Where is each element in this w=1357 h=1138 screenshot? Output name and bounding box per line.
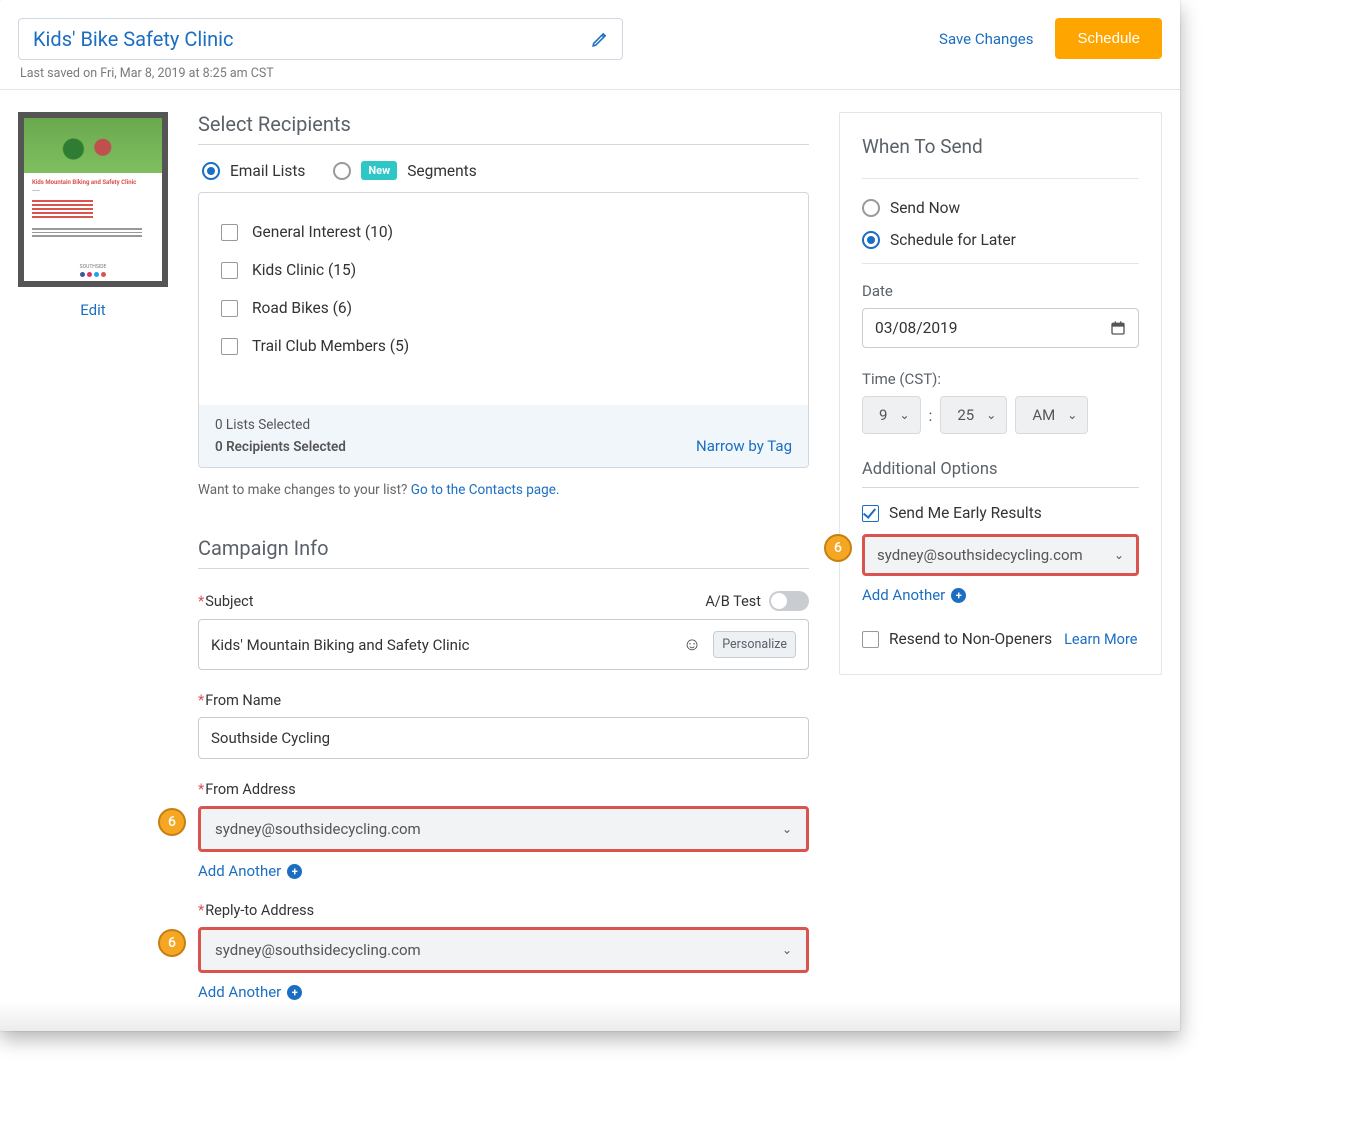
add-another-reply[interactable]: Add Another+ — [198, 983, 809, 1001]
plus-circle-icon: + — [287, 985, 302, 1000]
date-input[interactable]: 03/08/2019 — [862, 308, 1139, 348]
list-item[interactable]: General Interest (10) — [221, 213, 786, 251]
checkbox-icon[interactable] — [221, 262, 238, 279]
additional-options-heading: Additional Options — [862, 460, 1139, 488]
from-name-label: From Name — [198, 692, 281, 709]
tab-email-lists[interactable]: Email Lists — [202, 162, 305, 180]
emoji-icon[interactable]: ☺ — [683, 634, 701, 655]
chevron-down-icon: ⌄ — [899, 408, 909, 422]
checkbox-icon[interactable] — [862, 505, 879, 522]
calendar-icon[interactable] — [1110, 320, 1126, 336]
add-another-from[interactable]: Add Another+ — [198, 862, 809, 880]
reply-to-label: Reply-to Address — [198, 902, 314, 919]
hour-select[interactable]: 9⌄ — [862, 396, 921, 434]
early-results-email-select[interactable]: sydney@southsidecycling.com ⌄ — [862, 534, 1139, 576]
chevron-down-icon: ⌄ — [1067, 408, 1077, 422]
subject-label: Subject — [198, 593, 254, 610]
from-address-select[interactable]: sydney@southsidecycling.com ⌄ — [198, 806, 809, 852]
step-badge: 6 — [824, 534, 852, 562]
when-to-send-panel: When To Send Send Now Schedule for Later… — [839, 112, 1162, 675]
chevron-down-icon: ⌄ — [782, 822, 792, 836]
abtest-toggle[interactable] — [769, 591, 809, 611]
edit-thumbnail-link[interactable]: Edit — [18, 301, 168, 319]
abtest-label: A/B Test — [705, 593, 761, 610]
reply-to-select[interactable]: sydney@southsidecycling.com ⌄ — [198, 927, 809, 973]
new-badge: New — [361, 161, 397, 180]
send-now-option[interactable]: Send Now — [862, 199, 1139, 217]
minute-select[interactable]: 25⌄ — [940, 396, 1007, 434]
radio-icon — [862, 231, 880, 249]
tab-label: Segments — [407, 162, 477, 180]
from-address-label: From Address — [198, 781, 296, 798]
lists-selected-count: 0 Lists Selected — [215, 417, 346, 433]
plus-circle-icon: + — [287, 864, 302, 879]
step-badge: 6 — [158, 929, 186, 957]
pencil-icon[interactable] — [591, 31, 608, 48]
checkbox-icon[interactable] — [862, 631, 879, 648]
campaign-title-input[interactable]: Kids' Bike Safety Clinic — [18, 18, 623, 60]
from-name-input[interactable]: Southside Cycling — [198, 717, 809, 759]
learn-more-link[interactable]: Learn More — [1064, 631, 1137, 648]
resend-nonopeners-checkbox[interactable]: Resend to Non-Openers Learn More — [862, 630, 1139, 648]
tab-segments[interactable]: New Segments — [333, 161, 476, 180]
list-item[interactable]: Kids Clinic (15) — [221, 251, 786, 289]
recipients-heading: Select Recipients — [198, 112, 809, 145]
email-thumbnail[interactable]: Kids Mountain Biking and Safety Clinic —… — [18, 112, 168, 287]
contacts-page-link[interactable]: Go to the Contacts page. — [411, 482, 560, 498]
when-to-send-heading: When To Send — [862, 135, 1139, 158]
campaign-title-text: Kids' Bike Safety Clinic — [33, 27, 233, 51]
checkbox-icon[interactable] — [221, 300, 238, 317]
contacts-hint: Want to make changes to your list? Go to… — [198, 482, 809, 498]
ampm-select[interactable]: AM⌄ — [1015, 396, 1088, 434]
chevron-down-icon: ⌄ — [782, 943, 792, 957]
radio-icon — [862, 199, 880, 217]
save-changes-link[interactable]: Save Changes — [939, 30, 1033, 48]
recipients-selected-count: 0 Recipients Selected — [215, 439, 346, 455]
schedule-button[interactable]: Schedule — [1055, 18, 1162, 59]
checkbox-icon[interactable] — [221, 224, 238, 241]
radio-icon — [202, 162, 220, 180]
personalize-button[interactable]: Personalize — [713, 631, 796, 658]
narrow-by-tag-link[interactable]: Narrow by Tag — [696, 437, 792, 455]
campaign-info-heading: Campaign Info — [198, 536, 809, 569]
date-label: Date — [862, 282, 1139, 300]
tab-label: Email Lists — [230, 162, 305, 180]
list-item[interactable]: Road Bikes (6) — [221, 289, 786, 327]
top-bar: Kids' Bike Safety Clinic Last saved on F… — [0, 0, 1180, 90]
add-another-early-email[interactable]: Add Another+ — [862, 586, 1139, 604]
thumb-headline: Kids Mountain Biking and Safety Clinic — [24, 173, 162, 188]
chevron-down-icon: ⌄ — [1114, 548, 1124, 562]
step-badge: 6 — [158, 808, 186, 836]
radio-icon — [333, 162, 351, 180]
early-results-checkbox[interactable]: Send Me Early Results — [862, 504, 1139, 522]
schedule-later-option[interactable]: Schedule for Later — [862, 231, 1139, 249]
list-item[interactable]: Trail Club Members (5) — [221, 327, 786, 365]
last-saved-text: Last saved on Fri, Mar 8, 2019 at 8:25 a… — [20, 66, 623, 81]
checkbox-icon[interactable] — [221, 338, 238, 355]
email-lists-box: General Interest (10) Kids Clinic (15) R… — [198, 192, 809, 468]
time-label: Time (CST): — [862, 370, 1139, 388]
subject-input[interactable]: Kids' Mountain Biking and Safety Clinic … — [198, 619, 809, 670]
chevron-down-icon: ⌄ — [986, 408, 996, 422]
plus-circle-icon: + — [951, 588, 966, 603]
